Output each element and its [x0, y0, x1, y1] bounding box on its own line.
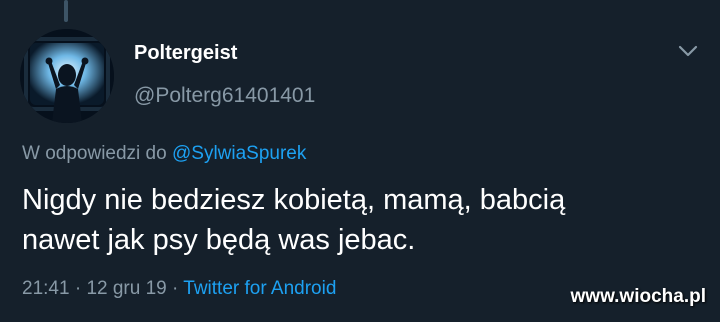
tweet-card: Poltergeist @Polterg61401401 W odpowiedz…: [0, 0, 720, 322]
meta-separator: ·: [74, 278, 82, 299]
tweet-source-link[interactable]: Twitter for Android: [183, 278, 336, 299]
tweet-date[interactable]: 12 gru 19: [86, 278, 166, 299]
author-name[interactable]: Poltergeist: [134, 42, 237, 65]
tweet-metadata: 21:41 · 12 gru 19 · Twitter for Android: [22, 278, 336, 300]
reply-mention-link[interactable]: @SylwiaSpurek: [172, 143, 306, 164]
tweet-text: Nigdy nie bedziesz kobietą, mamą, babcią…: [22, 180, 702, 260]
reply-context: W odpowiedzi do @SylwiaSpurek: [22, 143, 306, 165]
tweet-time[interactable]: 21:41: [22, 278, 70, 299]
watermark: www.wiocha.pl: [570, 286, 706, 307]
meta-separator: ·: [172, 278, 179, 299]
tweet-text-line-1: Nigdy nie bedziesz kobietą, mamą, babcią: [22, 184, 566, 216]
thread-connector-line: [64, 0, 68, 22]
reply-prefix: W odpowiedzi do: [22, 143, 167, 164]
tweet-text-line-2: nawet jak psy będą was jebac.: [22, 224, 416, 256]
avatar[interactable]: [20, 29, 114, 123]
chevron-down-icon[interactable]: [678, 44, 698, 58]
author-handle[interactable]: @Polterg61401401: [134, 84, 315, 108]
